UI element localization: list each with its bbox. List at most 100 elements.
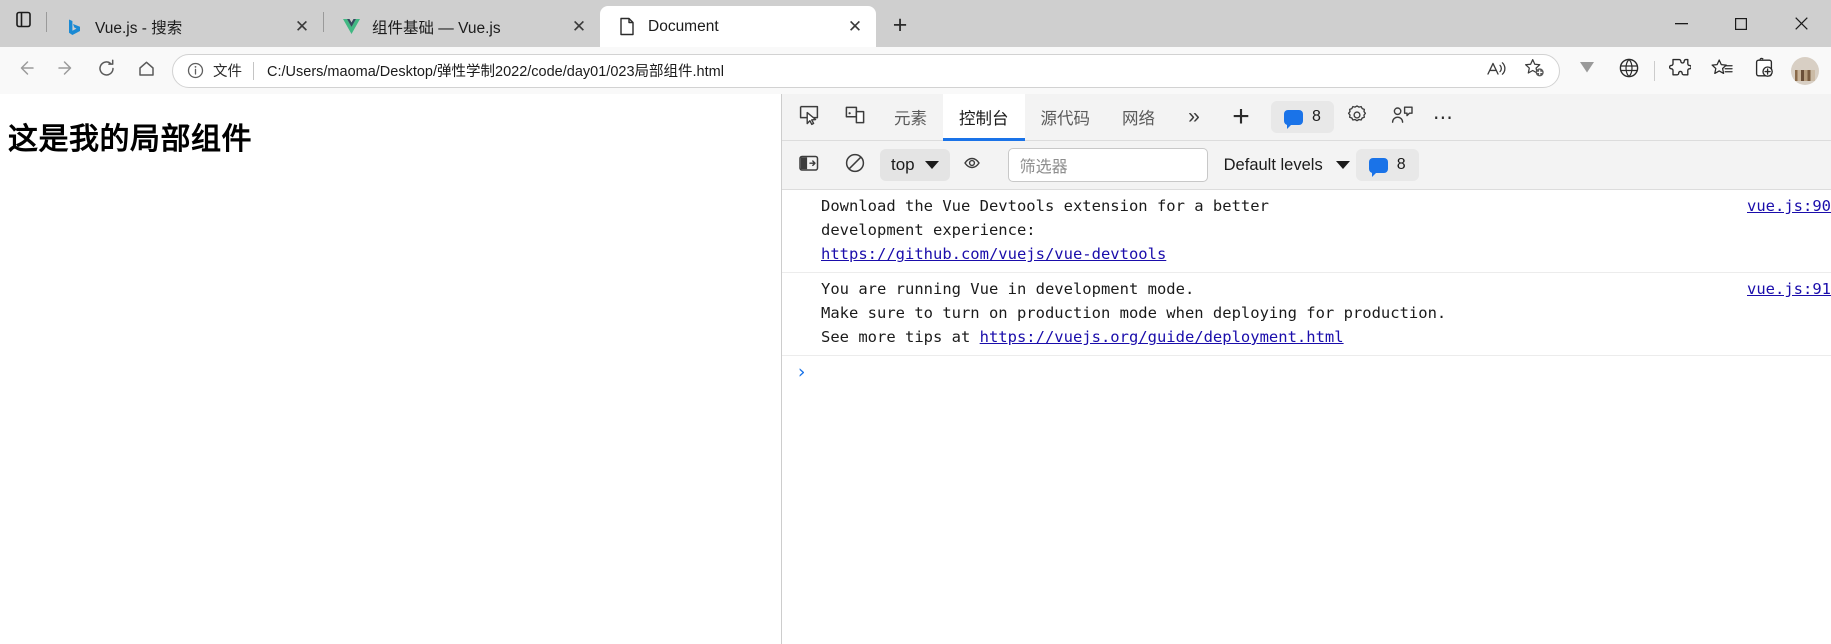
tab-close-button[interactable]: ✕ bbox=[289, 14, 315, 40]
devtools-tab-sources[interactable]: 源代码 bbox=[1025, 94, 1107, 141]
tab-list-button[interactable] bbox=[0, 0, 46, 47]
reload-button[interactable] bbox=[86, 53, 126, 89]
vue-deployment-link[interactable]: https://vuejs.org/guide/deployment.html bbox=[980, 328, 1344, 346]
console-output[interactable]: Download the Vue Devtools extension for … bbox=[782, 190, 1831, 644]
omnibox-divider bbox=[253, 61, 254, 80]
console-issues-badge[interactable]: 8 bbox=[1355, 149, 1419, 181]
gear-icon bbox=[1346, 104, 1368, 131]
inspect-element-button[interactable] bbox=[786, 97, 832, 137]
title-bar: Vue.js - 搜索 ✕ 组件基础 — Vue.js ✕ Document ✕… bbox=[0, 0, 1831, 47]
home-button[interactable] bbox=[126, 53, 166, 89]
tab-title: 组件基础 — Vue.js bbox=[372, 19, 501, 37]
filter-placeholder: 筛选器 bbox=[1019, 159, 1068, 176]
browser-window: Vue.js - 搜索 ✕ 组件基础 — Vue.js ✕ Document ✕… bbox=[0, 0, 1831, 644]
profile-avatar-icon[interactable] bbox=[1791, 56, 1819, 85]
browser-tab-2[interactable]: 组件基础 — Vue.js ✕ bbox=[324, 6, 600, 47]
devtools-message-badge[interactable]: 8 bbox=[1271, 101, 1334, 133]
console-message[interactable]: Download the Vue Devtools extension for … bbox=[782, 190, 1831, 273]
browser-tab-3[interactable]: Document ✕ bbox=[600, 6, 876, 47]
extensions-puzzle-icon bbox=[1669, 57, 1692, 84]
console-message-source[interactable]: vue.js:90 bbox=[1747, 194, 1831, 266]
favorites-button[interactable] bbox=[1701, 53, 1743, 89]
console-context-selector[interactable]: top bbox=[880, 149, 950, 181]
window-controls bbox=[1651, 0, 1831, 47]
browser-essentials-button[interactable] bbox=[1608, 53, 1650, 89]
tab-title: Vue.js - 搜索 bbox=[95, 19, 183, 37]
message-line-2: development experience: bbox=[821, 221, 1036, 239]
omnibox-url-text[interactable]: C:/Users/maoma/Desktop/弹性学制2022/code/day… bbox=[267, 60, 1477, 81]
add-favorite-star-icon bbox=[1524, 58, 1545, 83]
devtools-tab-elements[interactable]: 元素 bbox=[878, 94, 943, 141]
add-panel-button[interactable]: + bbox=[1217, 97, 1265, 137]
devtools-tab-network[interactable]: 网络 bbox=[1106, 94, 1171, 141]
info-circle-icon[interactable] bbox=[187, 62, 205, 79]
devtools-feedback-button[interactable] bbox=[1380, 97, 1426, 137]
tab-close-button[interactable]: ✕ bbox=[842, 14, 868, 40]
inspect-element-icon bbox=[798, 104, 820, 131]
vue-icon bbox=[340, 16, 362, 38]
home-icon bbox=[137, 59, 156, 83]
add-favorite-button[interactable] bbox=[1515, 56, 1553, 86]
console-levels-selector[interactable]: Default levels bbox=[1224, 156, 1350, 175]
extensions-button[interactable] bbox=[1659, 53, 1701, 89]
tab-title: Document bbox=[648, 17, 719, 35]
console-message-text: You are running Vue in development mode.… bbox=[782, 277, 1733, 349]
clear-console-icon bbox=[798, 152, 820, 179]
console-filter-input[interactable]: 筛选器 bbox=[1007, 148, 1208, 182]
message-bubble-icon bbox=[1368, 157, 1388, 177]
browser-tab-1[interactable]: Vue.js - 搜索 ✕ bbox=[47, 6, 323, 47]
more-tabs-button[interactable]: » bbox=[1171, 97, 1217, 137]
toolbar-divider bbox=[1654, 60, 1655, 81]
maximize-button[interactable] bbox=[1711, 4, 1771, 44]
console-prompt[interactable]: › bbox=[782, 356, 1831, 383]
message-bubble-icon bbox=[1284, 109, 1303, 129]
minimize-button[interactable] bbox=[1651, 4, 1711, 44]
reload-icon bbox=[97, 59, 116, 83]
devtools-settings-button[interactable] bbox=[1334, 97, 1380, 137]
chevron-down-icon bbox=[1335, 161, 1350, 169]
devtools-tab-bar: 元素 控制台 源代码 网络 » + 8 ⋯ bbox=[782, 94, 1831, 141]
omnibox-scheme-label: 文件 bbox=[213, 64, 242, 80]
message-line-1: You are running Vue in development mode. bbox=[821, 280, 1195, 298]
forward-arrow-icon bbox=[56, 58, 76, 83]
read-aloud-button[interactable] bbox=[1477, 56, 1515, 86]
back-button[interactable] bbox=[6, 53, 46, 89]
forward-button[interactable] bbox=[46, 53, 86, 89]
live-expression-eye-icon bbox=[963, 154, 987, 177]
collections-icon bbox=[1753, 57, 1776, 84]
browser-toolbar-actions bbox=[1566, 53, 1825, 89]
omnibox[interactable]: 文件 C:/Users/maoma/Desktop/弹性学制2022/code/… bbox=[172, 53, 1560, 88]
vue-devtools-link[interactable]: https://github.com/vuejs/vue-devtools bbox=[821, 245, 1166, 263]
document-icon bbox=[616, 16, 638, 38]
device-toolbar-button[interactable] bbox=[832, 97, 878, 137]
levels-label: Default levels bbox=[1223, 155, 1323, 174]
feedback-icon bbox=[1391, 104, 1414, 131]
message-line-3: See more tips at bbox=[821, 328, 980, 346]
message-line-2: Make sure to turn on production mode whe… bbox=[821, 304, 1447, 322]
message-line-1: Download the Vue Devtools extension for … bbox=[821, 197, 1269, 215]
new-tab-button[interactable]: + bbox=[882, 7, 918, 43]
chevron-down-icon bbox=[924, 161, 939, 169]
console-toolbar: top 筛选器 Default levels 8 bbox=[782, 141, 1831, 190]
console-message-source[interactable]: vue.js:91 bbox=[1747, 277, 1831, 349]
devtools-tab-console[interactable]: 控制台 bbox=[943, 94, 1025, 141]
collections-button[interactable] bbox=[1743, 53, 1785, 89]
console-sidebar-button[interactable] bbox=[786, 145, 832, 185]
address-bar: 文件 C:/Users/maoma/Desktop/弹性学制2022/code/… bbox=[0, 47, 1831, 94]
tab-label: 源代码 bbox=[1040, 110, 1091, 128]
close-button[interactable] bbox=[1771, 4, 1831, 44]
back-arrow-icon bbox=[16, 58, 36, 83]
devtools-more-options-button[interactable]: ⋯ bbox=[1426, 97, 1462, 137]
message-count: 8 bbox=[1312, 108, 1321, 125]
downloads-button[interactable] bbox=[1566, 53, 1608, 89]
console-message[interactable]: You are running Vue in development mode.… bbox=[782, 273, 1831, 356]
clear-console-button[interactable] bbox=[832, 145, 878, 185]
context-label: top bbox=[891, 155, 915, 174]
tab-label: 控制台 bbox=[959, 110, 1009, 128]
browser-essentials-icon bbox=[1618, 57, 1640, 84]
tab-close-button[interactable]: ✕ bbox=[566, 14, 592, 40]
no-entry-icon bbox=[844, 152, 866, 179]
prompt-caret-icon: › bbox=[795, 361, 808, 383]
live-expression-button[interactable] bbox=[952, 145, 998, 185]
tab-label: 网络 bbox=[1122, 110, 1155, 128]
